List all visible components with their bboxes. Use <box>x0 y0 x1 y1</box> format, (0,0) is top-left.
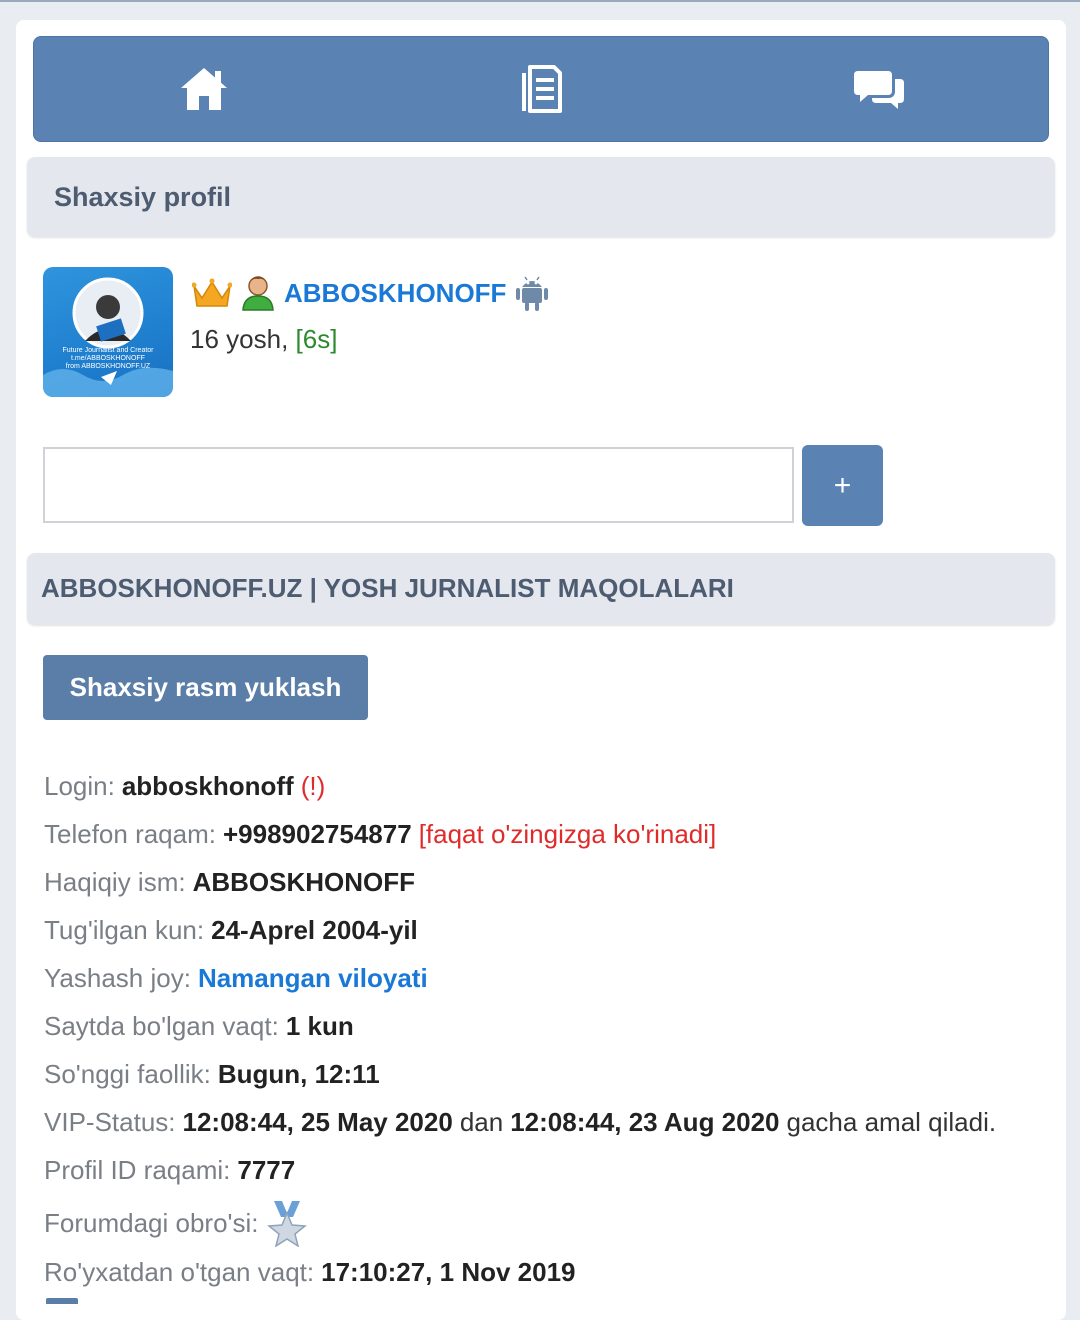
profile-section-header: Shaxsiy profil <box>27 157 1055 237</box>
login-warning[interactable]: (!) <box>301 771 326 802</box>
nav-home-button[interactable] <box>144 37 264 141</box>
vip-tail: gacha amal qiladi. <box>786 1106 997 1137</box>
login-value: abboskhonoff <box>121 770 294 801</box>
top-nav-bar <box>33 36 1049 142</box>
nav-chat-button[interactable] <box>820 37 940 141</box>
add-button-label: + <box>833 468 852 502</box>
site-header-title: ABBOSKHONOFF.UZ | YOSH JURNALIST MAQOLAL… <box>41 573 734 603</box>
partial-button-edge[interactable] <box>46 1298 78 1304</box>
registered-value: 17:10:27, 1 Nov 2019 <box>321 1256 576 1287</box>
login-label: Login: <box>44 770 115 801</box>
registered-label: Ro'yxatdan o'tgan vaqt: <box>44 1256 315 1287</box>
avatar-image <box>43 277 173 397</box>
star-medal-icon <box>266 1201 307 1247</box>
info-row-phone: Telefon raqam: +998902754877 [faqat o'zi… <box>44 814 716 854</box>
birthday-value: 24-Aprel 2004-yil <box>211 914 418 945</box>
phone-label: Telefon raqam: <box>44 818 216 849</box>
home-icon <box>181 68 227 110</box>
username-link[interactable]: ABBOSKHONOFF <box>284 278 506 309</box>
phone-value: +998902754877 <box>222 818 412 849</box>
info-row-reputation: Forumdagi obro'si: <box>44 1198 308 1248</box>
vip-label: VIP-Status: <box>44 1106 176 1137</box>
avatar-caption-line1: Future Journalist and Creator <box>62 347 154 354</box>
chat-icon <box>854 71 904 109</box>
info-row-login: Login: abboskhonoff (!) <box>44 766 325 806</box>
location-label: Yashash joy: <box>44 962 191 993</box>
upload-photo-button[interactable]: Shaxsiy rasm yuklash <box>43 655 368 720</box>
onsite-value: 1 kun <box>285 1010 354 1041</box>
info-row-vip: VIP-Status: 12:08:44, 25 May 2020 dan 12… <box>44 1102 996 1142</box>
info-row-onsite: Saytda bo'lgan vaqt: 1 kun <box>44 1006 354 1046</box>
phone-note: [faqat o'zingizga ko'rinadi] <box>418 818 717 849</box>
onsite-label: Saytda bo'lgan vaqt: <box>44 1010 279 1041</box>
lastactive-value: Bugun, 12:11 <box>217 1058 380 1089</box>
top-border <box>0 0 1080 2</box>
avatar[interactable]: Future Journalist and Creator t.me/ABBOS… <box>43 267 173 397</box>
info-row-lastactive: So'nggi faollik: Bugun, 12:11 <box>44 1054 380 1094</box>
user-tag: [6s] <box>295 324 338 354</box>
nav-articles-button[interactable] <box>482 37 602 141</box>
vip-dan: dan <box>459 1106 504 1137</box>
add-button[interactable]: + <box>802 445 883 526</box>
site-section-header: ABBOSKHONOFF.UZ | YOSH JURNALIST MAQOLAL… <box>27 553 1055 625</box>
info-row-id: Profil ID raqami: 7777 <box>44 1150 295 1190</box>
avatar-caption-line2: t.me/ABBOSKHONOFF <box>71 355 145 362</box>
crown-icon <box>192 278 232 307</box>
user-age: 16 yosh, <box>190 324 289 354</box>
avatar-caption-line3: from ABBOSKHONOFF.UZ <box>65 363 151 370</box>
age-line: 16 yosh, [6s] <box>190 324 337 355</box>
id-label: Profil ID raqami: <box>44 1154 231 1185</box>
message-input[interactable] <box>43 447 794 523</box>
reputation-label: Forumdagi obro'si: <box>44 1207 259 1238</box>
info-row-location: Yashash joy: Namangan viloyati <box>44 958 428 998</box>
android-icon <box>516 276 549 311</box>
location-link[interactable]: Namangan viloyati <box>198 963 428 994</box>
upload-photo-label: Shaxsiy rasm yuklash <box>69 672 342 702</box>
profile-header-title: Shaxsiy profil <box>54 182 232 212</box>
user-title-line: ABBOSKHONOFF <box>192 268 550 318</box>
lastactive-label: So'nggi faollik: <box>44 1058 211 1089</box>
user-icon <box>242 276 274 311</box>
id-value: 7777 <box>237 1154 296 1185</box>
document-icon <box>522 65 562 113</box>
realname-label: Haqiqiy ism: <box>44 866 186 897</box>
info-row-realname: Haqiqiy ism: ABBOSKHONOFF <box>44 862 415 902</box>
birthday-label: Tug'ilgan kun: <box>44 914 205 945</box>
info-row-birthday: Tug'ilgan kun: 24-Aprel 2004-yil <box>44 910 418 950</box>
vip-from: 12:08:44, 25 May 2020 <box>182 1106 453 1137</box>
info-row-registered: Ro'yxatdan o'tgan vaqt: 17:10:27, 1 Nov … <box>44 1252 576 1292</box>
realname-value: ABBOSKHONOFF <box>192 866 416 897</box>
vip-to: 12:08:44, 23 Aug 2020 <box>510 1106 780 1137</box>
